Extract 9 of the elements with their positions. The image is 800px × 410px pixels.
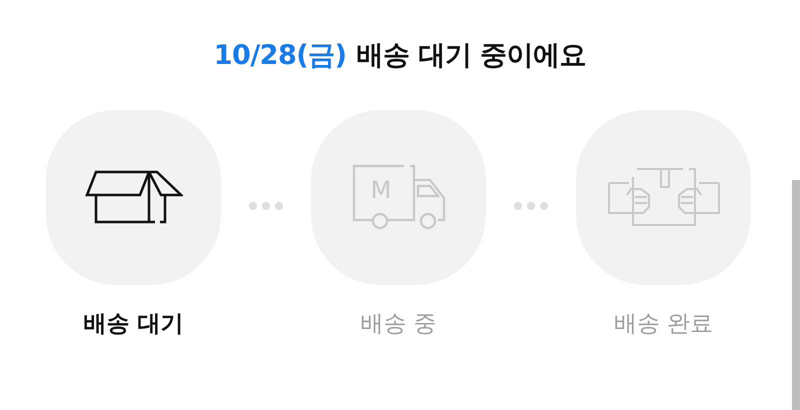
ellipsis-icon xyxy=(514,202,548,210)
open-box-icon xyxy=(84,170,182,224)
step-label: 배송 중 xyxy=(360,310,437,338)
step-label: 배송 대기 xyxy=(83,310,184,338)
hands-holding-box-icon xyxy=(606,167,720,227)
step-label: 배송 완료 xyxy=(614,310,714,338)
ellipsis-icon xyxy=(249,202,283,210)
delivery-date: 10/28(금) xyxy=(214,39,346,73)
status-title: 배송 대기 중이에요 xyxy=(356,39,586,73)
